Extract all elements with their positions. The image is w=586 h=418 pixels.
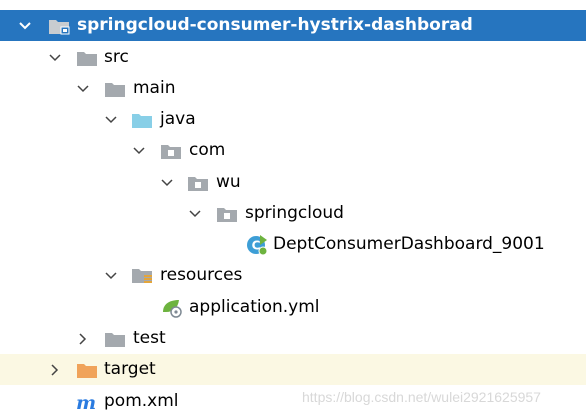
tree-row-label: main: [133, 78, 176, 98]
tree-row-label: test: [133, 328, 166, 348]
chevron-down-icon[interactable]: [131, 135, 147, 166]
resources-folder-icon: [131, 260, 153, 291]
tree-row-label: pom.xml: [104, 391, 179, 411]
chevron-right-icon[interactable]: [75, 323, 91, 354]
chevron-right-icon[interactable]: [47, 354, 63, 385]
tree-row-target[interactable]: target: [0, 354, 586, 385]
tree-row-label: com: [189, 140, 226, 160]
tree-row-label: DeptConsumerDashboard_9001: [273, 234, 545, 254]
project-tree: springcloud-consumer-hystrix-dashborad s…: [0, 0, 586, 418]
source-folder-icon: [131, 104, 153, 135]
chevron-down-icon[interactable]: [159, 167, 175, 198]
tree-row-resources[interactable]: resources: [0, 260, 586, 291]
chevron-down-icon[interactable]: [75, 73, 91, 104]
chevron-down-icon[interactable]: [47, 42, 63, 73]
watermark-text: https://blog.csdn.net/wulei2921625957: [302, 389, 541, 405]
tree-row-application-yml[interactable]: application.yml: [0, 292, 586, 323]
tree-row-module-root[interactable]: springcloud-consumer-hystrix-dashborad: [0, 10, 586, 41]
excluded-folder-icon: [76, 354, 98, 385]
package-icon: [160, 135, 182, 166]
folder-icon: [76, 42, 98, 73]
tree-row-label: application.yml: [189, 297, 320, 317]
folder-icon: [104, 323, 126, 354]
tree-row-main[interactable]: main: [0, 73, 586, 104]
tree-row-src[interactable]: src: [0, 42, 586, 73]
tree-row-label: springcloud-consumer-hystrix-dashborad: [77, 15, 473, 35]
tree-row-label: src: [104, 47, 129, 67]
tree-row-test[interactable]: test: [0, 323, 586, 354]
tree-row-main-class[interactable]: C DeptConsumerDashboard_9001: [0, 229, 586, 260]
tree-row-wu[interactable]: wu: [0, 167, 586, 198]
tree-row-label: target: [104, 359, 156, 379]
tree-row-com[interactable]: com: [0, 135, 586, 166]
svg-text:m: m: [76, 392, 96, 412]
tree-row-label: java: [160, 109, 196, 129]
chevron-down-icon[interactable]: [103, 260, 119, 291]
tree-row-label: springcloud: [245, 203, 344, 223]
chevron-down-icon[interactable]: [187, 198, 203, 229]
tree-row-label: wu: [216, 172, 241, 192]
tree-row-java[interactable]: java: [0, 104, 586, 135]
chevron-down-icon[interactable]: [17, 10, 33, 41]
chevron-down-icon[interactable]: [103, 104, 119, 135]
tree-row-springcloud[interactable]: springcloud: [0, 198, 586, 229]
folder-icon: [104, 73, 126, 104]
package-icon: [216, 198, 238, 229]
spring-boot-class-icon: C: [245, 229, 269, 260]
spring-config-file-icon: [160, 292, 184, 323]
tree-row-label: resources: [160, 265, 243, 285]
module-folder-icon: [48, 10, 70, 41]
maven-icon: m: [76, 386, 100, 417]
package-icon: [187, 167, 209, 198]
